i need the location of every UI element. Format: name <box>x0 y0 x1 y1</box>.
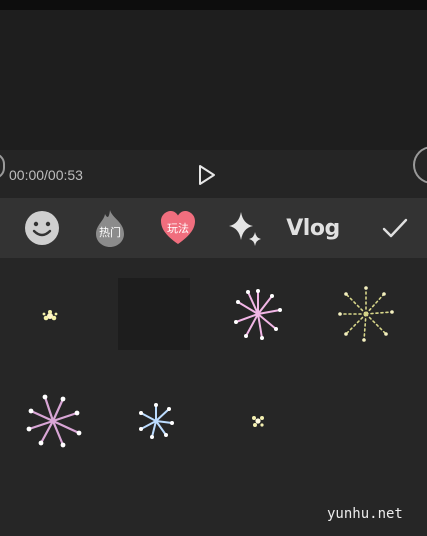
status-bar <box>0 0 427 10</box>
check-icon <box>382 218 408 238</box>
sticker-item[interactable] <box>222 385 294 457</box>
sticker-item[interactable] <box>120 385 192 457</box>
category-play[interactable]: 玩法 <box>158 206 198 250</box>
watermark: yunhu.net <box>327 506 403 522</box>
video-preview[interactable] <box>0 10 427 150</box>
firework-icon <box>139 403 174 439</box>
play-label: 玩法 <box>167 223 189 235</box>
smiley-icon <box>25 211 59 245</box>
firework-icon <box>252 416 264 427</box>
category-hot[interactable]: 热门 <box>92 206 128 250</box>
sticker-item[interactable] <box>18 384 90 456</box>
play-button[interactable] <box>196 163 218 187</box>
firework-icon <box>42 310 58 321</box>
play-icon <box>199 165 215 185</box>
firework-icon <box>338 286 394 342</box>
firework-icon <box>26 394 82 448</box>
sticker-item[interactable] <box>330 278 402 350</box>
sticker-empty-slot[interactable] <box>118 278 190 350</box>
sticker-item[interactable] <box>14 280 86 352</box>
category-vlog[interactable]: Vlog <box>286 206 340 250</box>
hot-label: 热门 <box>99 227 121 239</box>
sticker-category-bar <box>0 198 427 258</box>
sticker-item[interactable] <box>222 278 294 350</box>
confirm-button[interactable] <box>380 206 410 250</box>
firework-icon <box>234 289 282 340</box>
sparkle-icon <box>229 212 261 246</box>
category-effects[interactable] <box>225 206 265 250</box>
category-emoji[interactable] <box>24 206 60 250</box>
playback-time: 00:00/00:53 <box>9 167 83 183</box>
